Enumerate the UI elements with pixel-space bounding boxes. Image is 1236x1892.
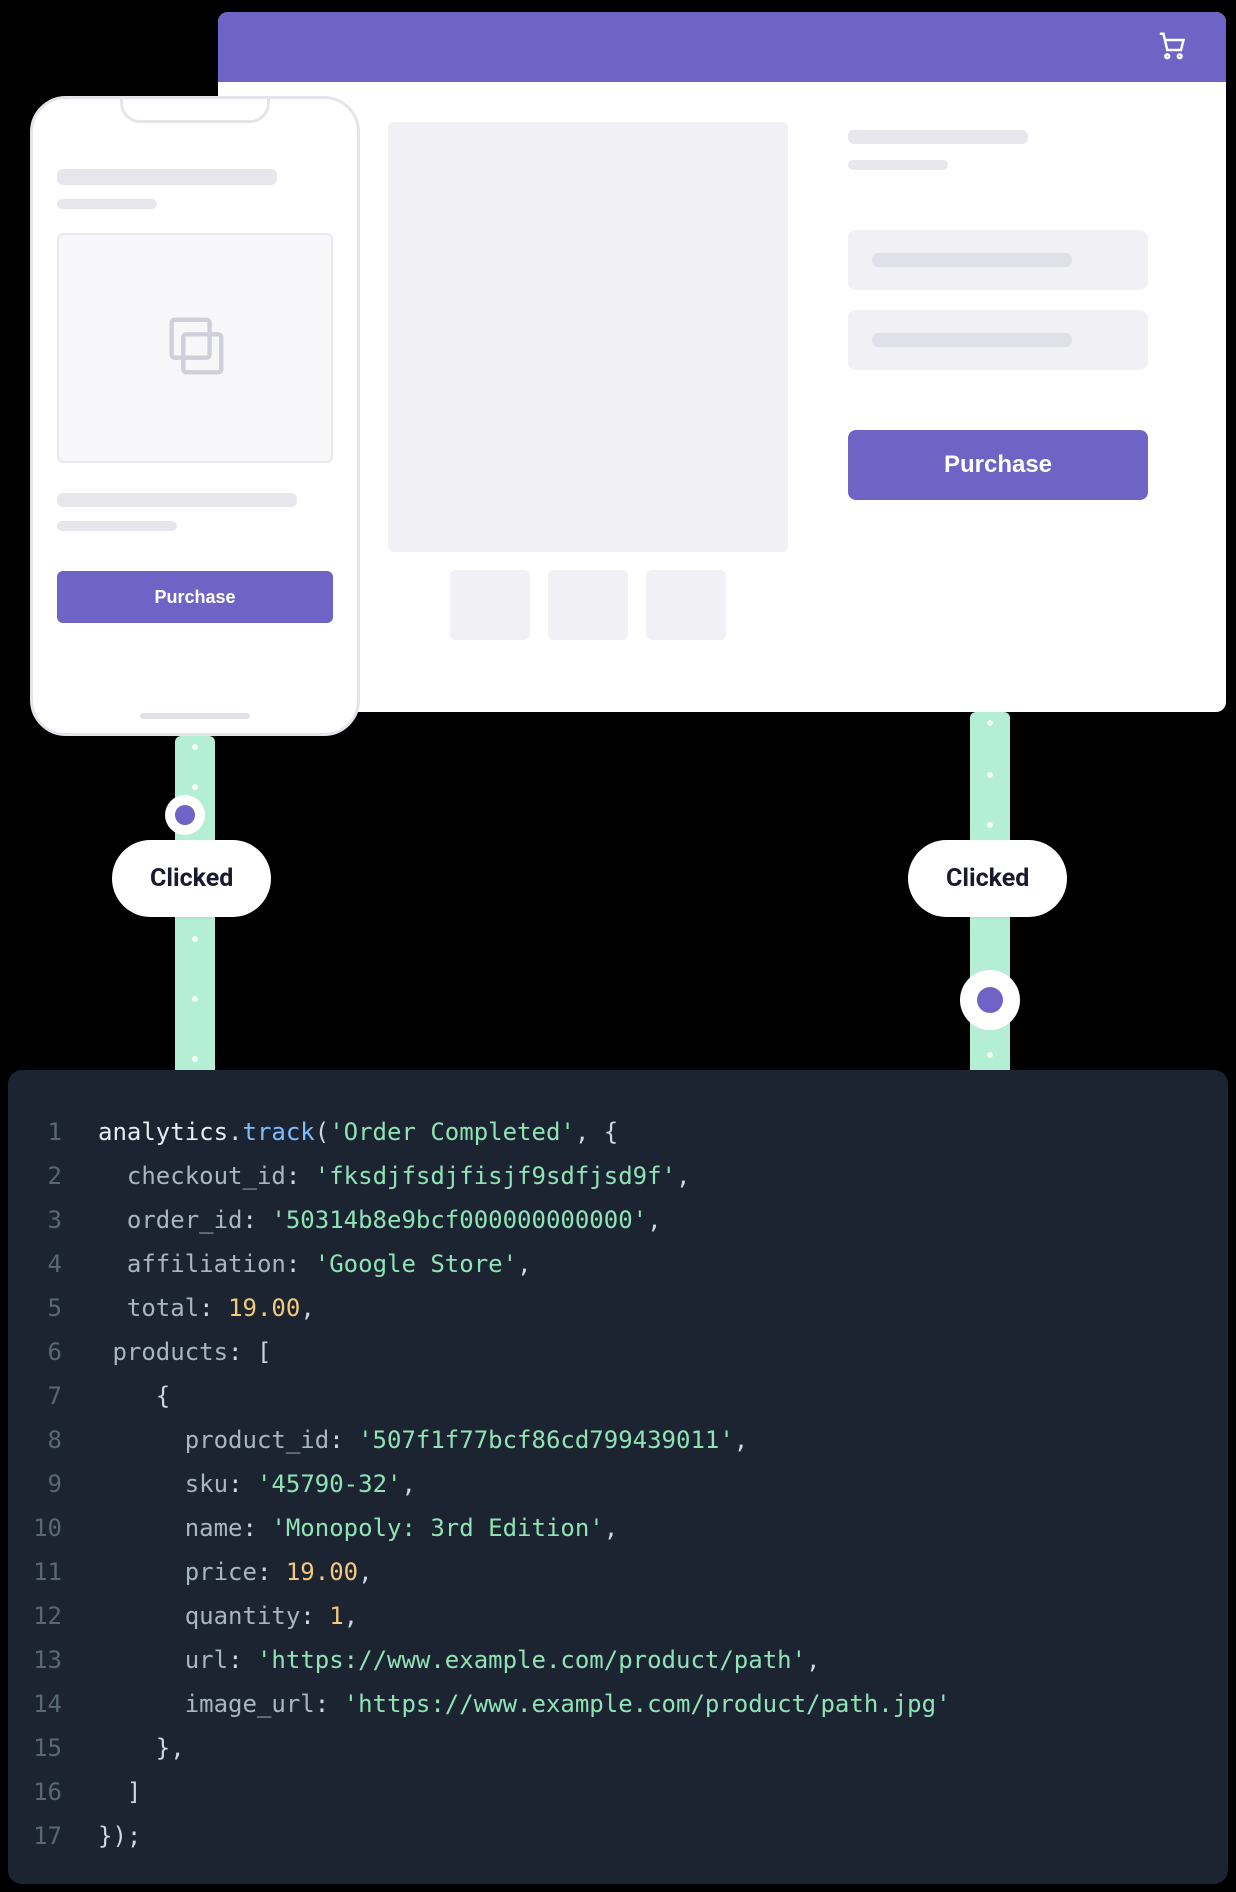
home-indicator <box>140 713 250 719</box>
event-orb <box>165 795 205 835</box>
title-skeleton <box>57 169 277 185</box>
product-image-placeholder <box>57 233 333 463</box>
image-stack-icon <box>160 311 230 385</box>
line-number-gutter: 1234567891011121314151617 <box>8 1070 78 1884</box>
code-panel: 1234567891011121314151617 analytics.trac… <box>8 1070 1228 1884</box>
desktop-product-details: Purchase <box>848 122 1176 640</box>
event-label-right: Clicked <box>908 840 1067 917</box>
detail-skeleton <box>57 521 177 531</box>
phone-notch <box>120 99 270 123</box>
cart-icon[interactable] <box>1156 30 1186 64</box>
desktop-topbar <box>218 12 1226 82</box>
purchase-button[interactable]: Purchase <box>57 571 333 623</box>
option-select[interactable] <box>848 310 1148 370</box>
subtitle-skeleton <box>848 160 948 170</box>
product-main-image-placeholder <box>388 122 788 552</box>
option-select[interactable] <box>848 230 1148 290</box>
desktop-product-gallery <box>388 122 788 640</box>
purchase-button[interactable]: Purchase <box>848 430 1148 500</box>
subtitle-skeleton <box>57 199 157 209</box>
event-label-left: Clicked <box>112 840 271 917</box>
mobile-phone-mockup: Purchase <box>30 96 360 736</box>
product-thumb[interactable] <box>548 570 628 640</box>
product-thumb[interactable] <box>450 570 530 640</box>
code-content: analytics.track('Order Completed', { che… <box>78 1070 971 1884</box>
desktop-browser-mockup: Purchase <box>218 12 1226 712</box>
event-orb <box>960 970 1020 1030</box>
product-thumb[interactable] <box>646 570 726 640</box>
detail-skeleton <box>57 493 297 507</box>
title-skeleton <box>848 130 1028 144</box>
